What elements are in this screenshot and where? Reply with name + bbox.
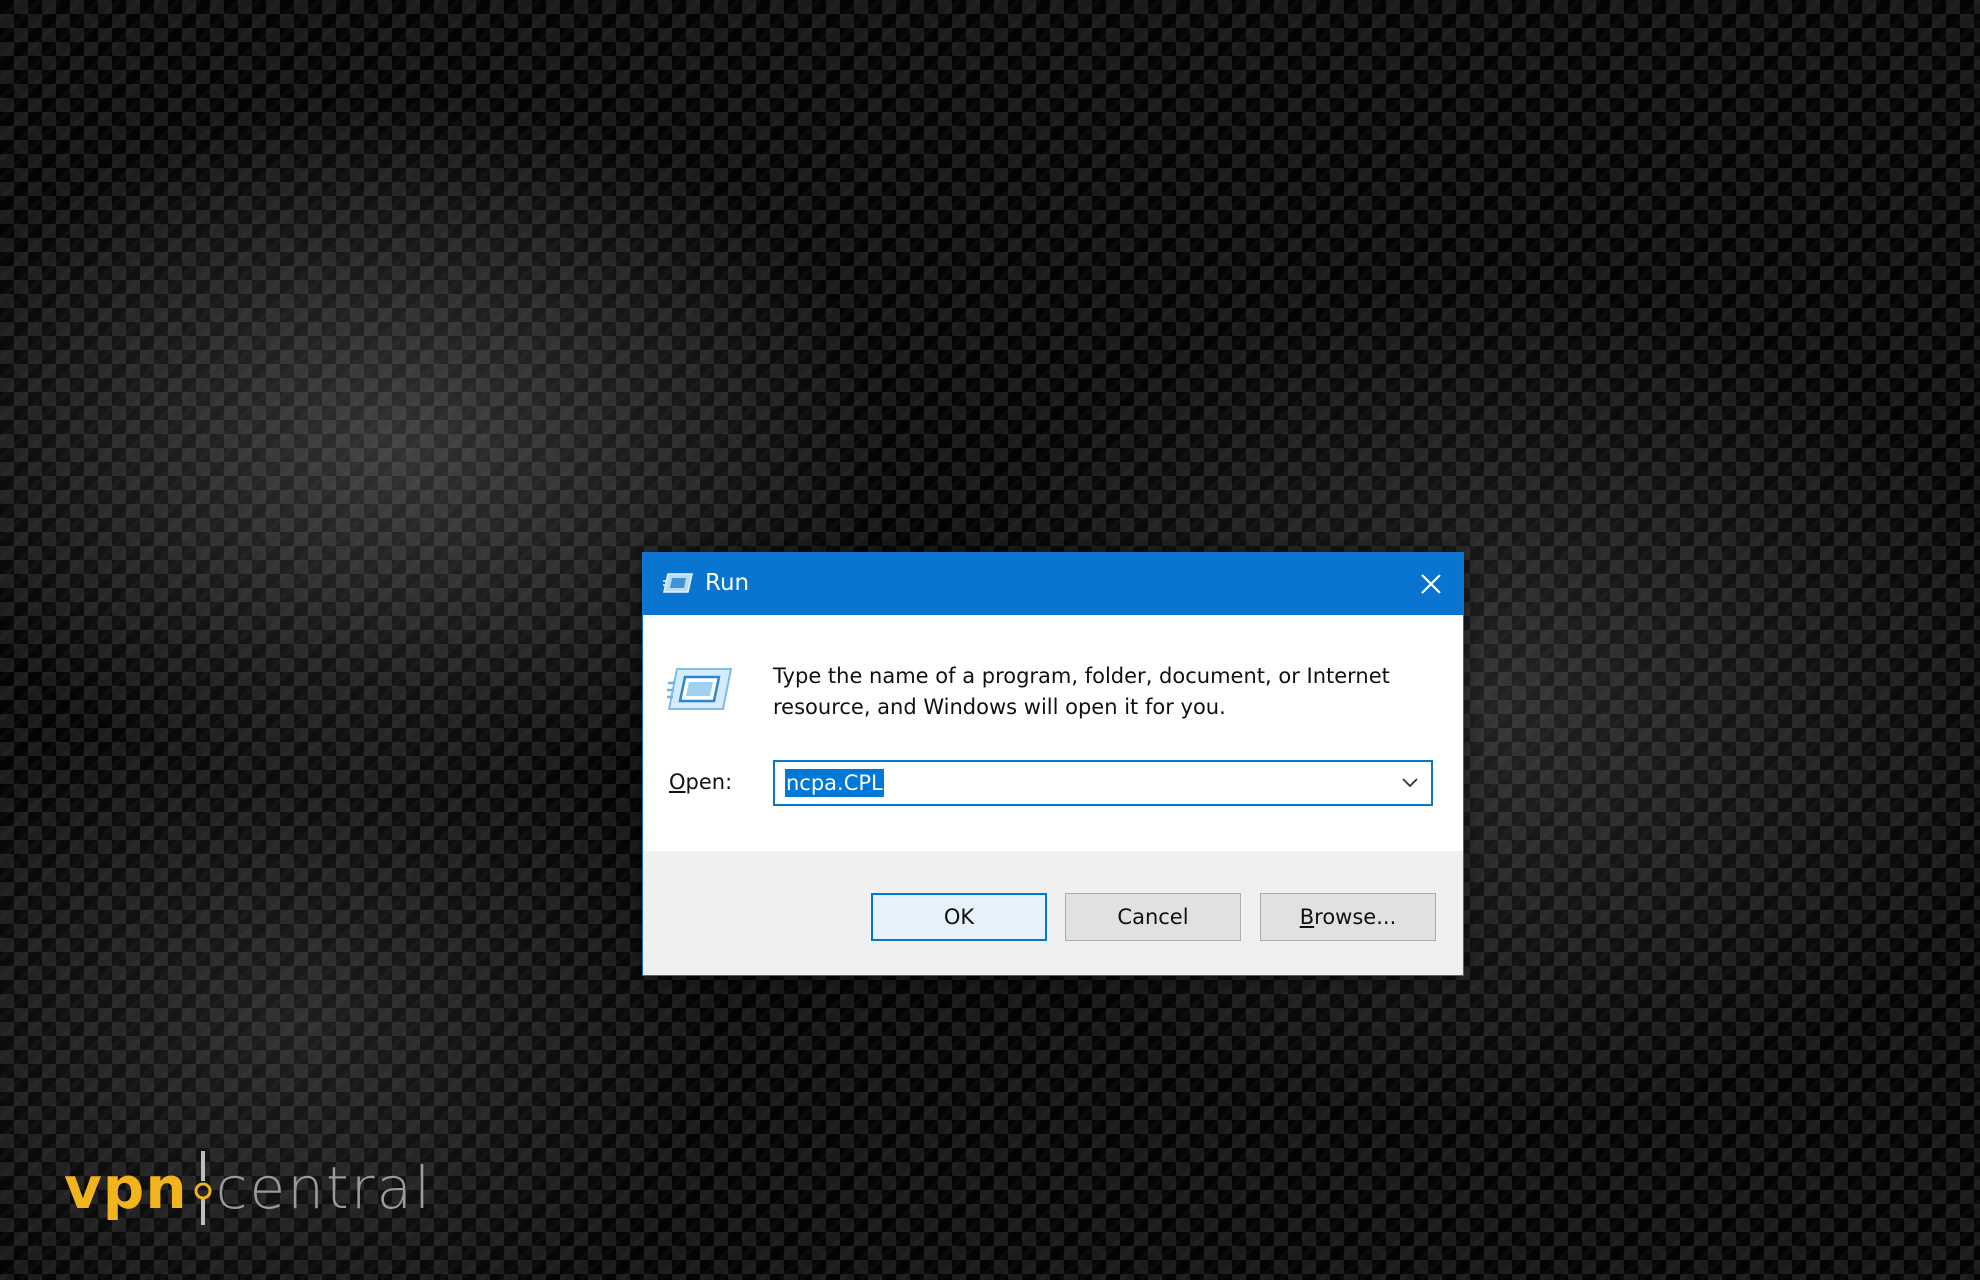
browse-mnemonic: B [1299, 905, 1315, 929]
key-icon [194, 1151, 212, 1225]
title-bar: Run [643, 553, 1463, 615]
close-icon [1421, 574, 1441, 594]
ok-button[interactable]: OK [871, 893, 1047, 941]
chevron-down-icon [1402, 778, 1418, 788]
open-label-mnemonic: O [669, 770, 686, 794]
open-label: Open: [669, 767, 732, 797]
cancel-button[interactable]: Cancel [1065, 893, 1241, 941]
browse-label: rowse... [1314, 905, 1397, 929]
logo-vpn-text: vpn [64, 1154, 188, 1222]
browse-button[interactable]: Browse... [1260, 893, 1436, 941]
close-button[interactable] [1399, 553, 1463, 615]
open-combobox[interactable]: ncpa.CPL [773, 760, 1433, 806]
logo-central-text: central [215, 1154, 433, 1222]
run-icon [667, 668, 733, 710]
open-label-text: pen: [685, 770, 733, 794]
run-dialog: Run Type the name of a program, folder, … [642, 552, 1464, 976]
open-input-value[interactable]: ncpa.CPL [785, 769, 884, 797]
vpncentral-logo: vpn central [64, 1148, 432, 1228]
dropdown-button[interactable] [1395, 768, 1425, 798]
desktop-background: Run Type the name of a program, folder, … [0, 0, 1980, 1280]
button-area: OK Cancel Browse... [643, 851, 1463, 975]
run-icon [663, 573, 693, 593]
dialog-title: Run [705, 570, 750, 596]
dialog-description: Type the name of a program, folder, docu… [773, 664, 1390, 719]
